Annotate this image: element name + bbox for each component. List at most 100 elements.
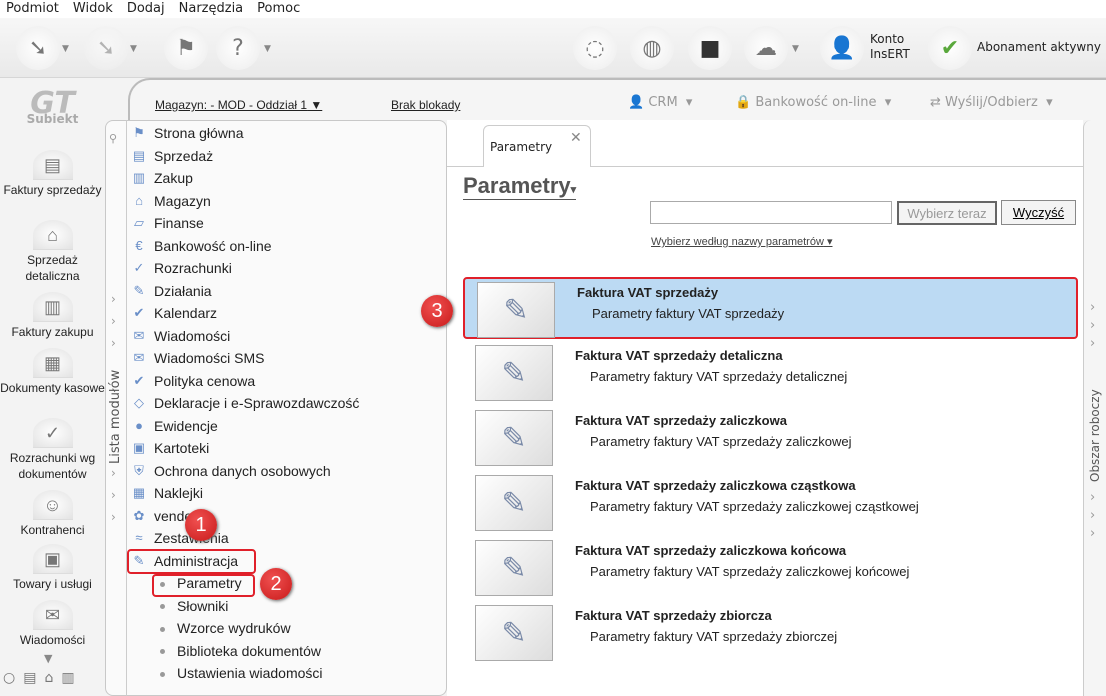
module-icon: ▣ [132,440,146,455]
module-icon: ⚑ [133,125,145,140]
scroll-down-icon[interactable]: ▼ [44,652,52,665]
sidebar-mini-icons[interactable]: ○▤⌂▥ [3,670,83,686]
cube-icon[interactable]: ■ [688,26,732,70]
module-label: Magazyn [154,192,211,209]
send-receive-menu[interactable]: ⇄ Wyślij/Odbierz ▾ [930,95,1053,110]
module-item[interactable]: ✔ Polityka cenowa [130,370,256,392]
basket-icon: ⌂ [32,220,73,250]
person-icon: ☺ [32,490,73,520]
module-list-tab[interactable]: ⚲ Lista modułów [105,120,127,696]
module-item[interactable]: ⌂ Magazyn [130,190,211,212]
module-label: Działania [154,282,212,299]
sidebar-item-sprzedaz-detaliczna[interactable]: ⌂ Sprzedaż detaliczna [0,220,105,284]
module-label: Bankowość on-line [154,237,272,254]
menu-podmiot[interactable]: Podmiot [6,0,59,18]
parameter-row[interactable]: ✎ Faktura VAT sprzedaży zbiorcza Parametry… [463,602,1078,664]
module-icon: ≈ [135,530,143,545]
menu-widok[interactable]: Widok [73,0,113,18]
submodule-item[interactable]: Biblioteka dokumentów [160,640,321,662]
workspace-tab[interactable]: › › › Obszar roboczy › › › [1083,120,1106,696]
module-item[interactable]: ⚑ Strona główna [130,122,243,144]
parameter-row[interactable]: ✎ Faktura VAT sprzedaży zaliczkowa Paramet… [463,407,1078,469]
goods-icon: ▣ [32,544,73,574]
sidebar-item-dokumenty-kasowe[interactable]: ▦ Dokumenty kasowe [0,348,105,396]
crm-menu[interactable]: 👤 CRM ▾ [628,95,692,110]
parameter-row[interactable]: ✎ Faktura VAT sprzedaży Parametry faktury … [463,277,1078,339]
module-item[interactable]: ▤ Sprzedaż [130,145,213,167]
parameter-title: Faktura VAT sprzedaży zaliczkowa [575,413,787,428]
forward-arrow-icon[interactable]: ➘ [84,26,128,70]
module-label: Rozrachunki [154,260,232,276]
module-item[interactable]: ✉ Wiadomości [130,325,231,347]
module-item[interactable]: ▱ Finanse [130,212,204,234]
bullet-icon [160,626,165,632]
parameter-title: Faktura VAT sprzedaży [577,285,719,300]
subscription-status[interactable]: Abonament aktywny [977,40,1101,54]
warehouse-dropdown[interactable]: Magazyn: - MOD - Oddział 1 ▼ [155,98,322,112]
parameter-description: Parametry faktury VAT sprzedaży zaliczko… [590,434,852,449]
menu-narzedzia[interactable]: Narzędzia [179,0,244,18]
logo-text: Subiekt [26,112,79,126]
step-badge-3: 3 [421,295,453,327]
sidebar-item-wiadomosci[interactable]: ✉ Wiadomości [0,600,105,648]
panel-bar: Magazyn: - MOD - Oddział 1 ▼ Brak blokad… [128,78,1106,120]
filter-by-name-dropdown[interactable]: Wybierz według nazwy parametrów ▾ [651,235,833,248]
flag-icon[interactable]: ⚑ [164,26,208,70]
submodule-item[interactable]: Ustawienia wiadomości [160,662,323,684]
module-item[interactable]: ▥ Zakup [130,167,193,189]
module-item[interactable]: ✎ Działania [130,280,212,302]
module-icon: € [135,237,143,253]
document-edit-icon: ✎ [475,605,553,661]
parameter-description: Parametry faktury VAT sprzedaży detalicz… [590,369,848,384]
submodule-item[interactable]: Słowniki [160,595,228,617]
globe-icon[interactable]: ◍ [630,26,674,70]
module-item[interactable]: ● Ewidencje [130,415,218,437]
page-title[interactable]: Parametry▾ [463,173,577,200]
parameter-row[interactable]: ✎ Faktura VAT sprzedaży zaliczkowa cząstk… [463,472,1078,534]
banking-menu[interactable]: 🔒 Bankowość on-line ▾ [735,95,891,110]
clear-button[interactable]: Wyczyść [1001,200,1076,225]
module-item[interactable]: ✉ Wiadomości SMS [130,347,265,369]
close-icon[interactable]: ✕ [570,130,582,146]
submodule-label: Biblioteka dokumentów [177,642,321,659]
help-icon[interactable]: ? [216,26,260,70]
module-label: Zakup [154,170,193,186]
pin-icon[interactable]: ⚲ [109,132,117,145]
back-arrow-icon[interactable]: ➘ [16,26,60,70]
menu-bar: Podmiot Widok Dodaj Narzędzia Pomoc [0,0,1106,18]
tab-parametry[interactable]: Parametry ✕ [483,125,591,167]
menu-pomoc[interactable]: Pomoc [257,0,300,18]
sidebar-item-rozrachunki[interactable]: ✓ Rozrachunki wg dokumentów [0,418,105,482]
parameter-row[interactable]: ✎ Faktura VAT sprzedaży detaliczna Paramet… [463,342,1078,404]
module-item[interactable]: ⛨ Ochrona danych osobowych [130,460,331,482]
cloud-icon[interactable]: ☁ [744,26,788,70]
module-item[interactable]: € Bankowość on-line [130,235,272,257]
loading-icon[interactable]: ◌ [573,26,617,70]
account-button[interactable]: Konto InsERT [870,32,910,62]
search-input[interactable] [650,201,892,224]
module-label: Polityka cenowa [154,372,256,389]
module-icon: ⌂ [135,192,143,208]
submodule-item[interactable]: Wzorce wydruków [160,617,291,639]
sidebar-item-faktury-sprzedazy[interactable]: ▤ Faktury sprzedaży [0,150,105,198]
module-icon: ● [135,417,143,433]
sidebar-item-kontrahenci[interactable]: ☺ Kontrahenci [0,490,105,538]
module-item[interactable]: ▦ Naklejki [130,482,203,504]
choose-now-button[interactable]: Wybierz teraz [897,201,997,225]
invoice-icon: ▤ [32,150,73,180]
module-icon: ✓ [133,260,145,275]
module-item[interactable]: ▣ Kartoteki [130,437,209,459]
lock-status-link[interactable]: Brak blokady [391,98,460,112]
parameter-description: Parametry faktury VAT sprzedaży zbiorcze… [590,629,838,644]
account-icon[interactable]: 👤 [820,26,864,70]
sidebar-item-faktury-zakupu[interactable]: ▥ Faktury zakupu [0,292,105,340]
module-item[interactable]: ✔ Kalendarz [130,302,218,324]
parameter-row[interactable]: ✎ Faktura VAT sprzedaży zaliczkowa końcow… [463,537,1078,599]
sidebar: GT Subiekt ▤ Faktury sprzedaży ⌂ Sprzedaż … [0,78,105,696]
module-item[interactable]: ◇ Deklaracje i e-Sprawozdawczość [130,392,359,414]
shield-check-icon[interactable]: ✔ [928,26,972,70]
module-item[interactable]: ✓ Rozrachunki [130,257,232,279]
menu-dodaj[interactable]: Dodaj [127,0,165,18]
parameter-title: Faktura VAT sprzedaży detaliczna [575,348,783,363]
sidebar-item-towary[interactable]: ▣ Towary i usługi [0,544,105,592]
